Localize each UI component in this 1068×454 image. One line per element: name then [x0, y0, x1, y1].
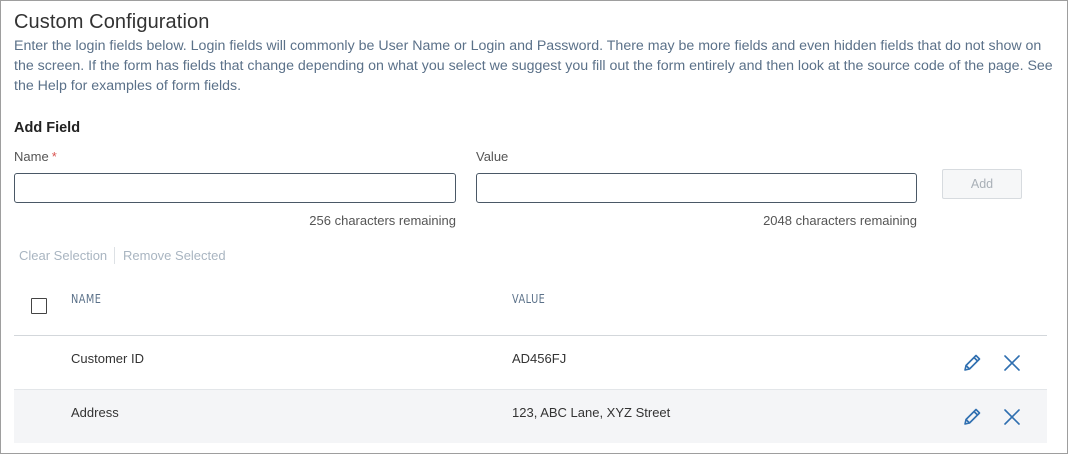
- remove-selected-link[interactable]: Remove Selected: [123, 248, 226, 263]
- page-description: Enter the login fields below. Login fiel…: [14, 38, 1053, 94]
- row-value-cell: 123, ABC Lane, XYZ Street: [512, 405, 671, 420]
- required-mark: *: [51, 149, 57, 164]
- clear-selection-link[interactable]: Clear Selection: [19, 248, 107, 263]
- pencil-icon[interactable]: [961, 406, 983, 428]
- value-characters-remaining: 2048 characters remaining: [763, 213, 917, 228]
- add-field-heading: Add Field: [14, 120, 81, 136]
- table-row: Customer ID AD456FJ: [14, 336, 1047, 390]
- row-value-cell: AD456FJ: [512, 351, 567, 366]
- name-label-text: Name: [14, 149, 49, 164]
- value-input[interactable]: [476, 173, 917, 203]
- name-characters-remaining: 256 characters remaining: [309, 213, 456, 228]
- add-button[interactable]: Add: [942, 169, 1022, 199]
- column-header-name: NAME: [71, 291, 102, 306]
- row-name-cell: Address: [71, 405, 119, 420]
- close-icon[interactable]: [1001, 352, 1023, 374]
- custom-configuration-panel: Custom Configuration Enter the login fie…: [0, 0, 1068, 454]
- close-icon[interactable]: [1001, 406, 1023, 428]
- name-label: Name *: [14, 149, 57, 164]
- pencil-icon[interactable]: [961, 352, 983, 374]
- value-label: Value: [476, 149, 509, 164]
- name-input[interactable]: [14, 173, 456, 203]
- page-title: Custom Configuration: [14, 11, 210, 33]
- table-row: Address 123, ABC Lane, XYZ Street: [14, 390, 1047, 443]
- row-name-cell: Customer ID: [71, 351, 144, 366]
- column-header-value: VALUE: [512, 291, 546, 306]
- select-all-checkbox[interactable]: [31, 298, 47, 314]
- action-divider: [114, 247, 115, 264]
